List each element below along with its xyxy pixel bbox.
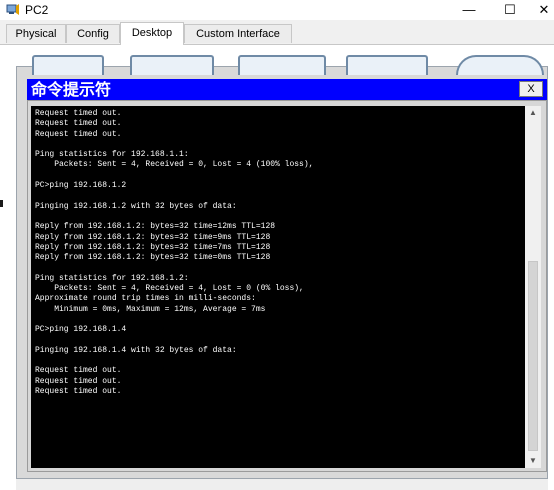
terminal-output[interactable]: Request timed out. Request timed out. Requ… bbox=[31, 106, 525, 468]
terminal-line: Ping statistics for 192.168.1.1: bbox=[35, 150, 189, 160]
window-titlebar: PC2 — ☐ ✕ bbox=[0, 0, 554, 20]
bottom-strip bbox=[16, 479, 548, 490]
maximize-button[interactable]: ☐ bbox=[493, 0, 527, 20]
terminal-line: Reply from 192.168.1.2: bytes=32 time=12… bbox=[35, 222, 276, 232]
command-prompt-header: 命令提示符 X bbox=[27, 79, 547, 100]
terminal-line: Packets: Sent = 4, Received = 0, Lost = … bbox=[35, 160, 314, 170]
desktop-app-icon[interactable] bbox=[456, 55, 544, 75]
tab-config[interactable]: Config bbox=[66, 24, 120, 43]
window-title: PC2 bbox=[25, 3, 49, 17]
terminal-line: Pinging 192.168.1.4 with 32 bytes of dat… bbox=[35, 345, 237, 355]
terminal-line: Request timed out. bbox=[35, 109, 122, 118]
chevron-up-icon[interactable]: ▲ bbox=[525, 106, 541, 120]
terminal-line: Minimum = 0ms, Maximum = 12ms, Average =… bbox=[35, 304, 266, 314]
desktop-app-icon[interactable] bbox=[130, 55, 214, 75]
terminal-scrollbar[interactable]: ▲ ▼ bbox=[525, 106, 541, 468]
desktop-app-icon[interactable] bbox=[238, 55, 326, 75]
terminal-line: Request timed out. bbox=[35, 387, 122, 397]
terminal-line: Request timed out. bbox=[35, 119, 122, 129]
tab-custom-interface[interactable]: Custom Interface bbox=[184, 24, 292, 43]
tab-bar: Physical Config Desktop Custom Interface bbox=[0, 20, 554, 45]
terminal-line: Approximate round trip times in milli-se… bbox=[35, 294, 256, 304]
pc-app-icon bbox=[6, 4, 19, 15]
terminal-line: Packets: Sent = 4, Received = 4, Lost = … bbox=[35, 284, 304, 294]
terminal-line: Reply from 192.168.1.2: bytes=32 time=0m… bbox=[35, 253, 271, 263]
close-window-button[interactable]: ✕ bbox=[534, 0, 554, 20]
command-prompt-title: 命令提示符 bbox=[31, 80, 112, 99]
terminal-line: PC>ping 192.168.1.4 bbox=[35, 325, 127, 335]
terminal-line: Reply from 192.168.1.2: bytes=32 time=9m… bbox=[35, 232, 271, 242]
command-prompt-close-button[interactable]: X bbox=[519, 81, 543, 97]
edge-marker bbox=[0, 200, 3, 207]
terminal-line: Request timed out. bbox=[35, 366, 122, 376]
chevron-down-icon[interactable]: ▼ bbox=[525, 454, 541, 468]
terminal-line: Pinging 192.168.1.2 with 32 bytes of dat… bbox=[35, 201, 237, 211]
terminal-lines: Request timed out. Request timed out. Requ… bbox=[31, 106, 525, 408]
desktop-app-icon[interactable] bbox=[346, 55, 428, 75]
tab-physical[interactable]: Physical bbox=[6, 24, 66, 43]
terminal-line: Request timed out. bbox=[35, 129, 122, 139]
desktop-app-icon[interactable] bbox=[32, 55, 104, 75]
terminal-line: PC>ping 192.168.1.2 bbox=[35, 181, 127, 191]
minimize-button[interactable]: — bbox=[452, 0, 486, 20]
tab-desktop[interactable]: Desktop bbox=[120, 22, 184, 45]
scrollbar-thumb[interactable] bbox=[528, 261, 538, 451]
terminal-line: Request timed out. bbox=[35, 376, 122, 386]
terminal-line: Ping statistics for 192.168.1.2: bbox=[35, 273, 189, 283]
terminal-line: Reply from 192.168.1.2: bytes=32 time=7m… bbox=[35, 242, 271, 252]
